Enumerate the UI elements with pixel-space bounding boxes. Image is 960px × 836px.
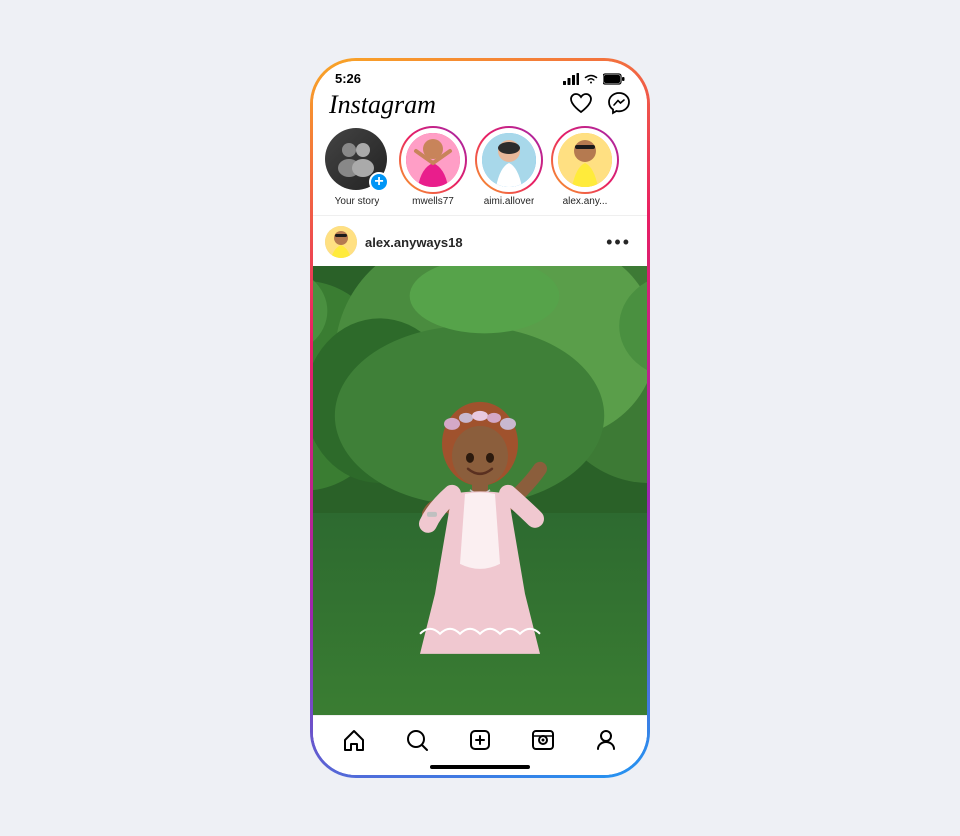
post-image	[313, 266, 647, 715]
add-story-badge: +	[369, 172, 389, 192]
story-label-alex: alex.any...	[563, 196, 608, 207]
post-avatar	[325, 226, 357, 258]
post-username: alex.anyways18	[365, 235, 463, 250]
reels-icon	[531, 728, 555, 752]
nav-home-button[interactable]	[334, 724, 374, 759]
search-icon	[405, 728, 429, 752]
post-header: alex.anyways18 •••	[313, 218, 647, 266]
more-dots-icon: •••	[606, 232, 631, 252]
heart-button[interactable]	[569, 92, 593, 119]
status-time: 5:26	[335, 71, 361, 86]
story-item-your-story[interactable]: + Your story	[321, 128, 393, 207]
home-indicator	[430, 765, 530, 769]
story-label-your-story: Your story	[335, 196, 380, 207]
status-icons	[563, 73, 625, 85]
status-bar: 5:26	[313, 61, 647, 88]
story-label-mwells77: mwells77	[412, 196, 454, 207]
nav-create-button[interactable]	[460, 724, 500, 759]
messenger-icon	[607, 91, 631, 115]
battery-icon	[603, 73, 625, 85]
instagram-logo: Instagram	[329, 90, 436, 120]
home-icon	[342, 728, 366, 752]
story-label-aimi-allover: aimi.allover	[484, 196, 535, 207]
bottom-nav	[313, 715, 647, 775]
post-more-button[interactable]: •••	[602, 232, 635, 253]
profile-icon	[594, 728, 618, 752]
header-actions	[569, 91, 631, 120]
phone-frame: 5:26	[313, 61, 647, 775]
post-user-info[interactable]: alex.anyways18	[325, 226, 463, 258]
story-item-alex[interactable]: alex.any...	[549, 128, 621, 207]
create-icon	[468, 728, 492, 752]
nav-profile-button[interactable]	[586, 724, 626, 759]
nav-reels-button[interactable]	[523, 724, 563, 759]
story-item-aimi-allover[interactable]: aimi.allover	[473, 128, 545, 207]
stories-row: + Your story	[313, 126, 647, 215]
story-item-mwells77[interactable]: mwells77	[397, 128, 469, 207]
top-nav: Instagram	[313, 88, 647, 126]
post-person	[380, 333, 580, 715]
signal-icon	[563, 73, 579, 85]
nav-search-button[interactable]	[397, 724, 437, 759]
wifi-icon	[583, 73, 599, 85]
divider	[313, 215, 647, 216]
messenger-button[interactable]	[607, 91, 631, 120]
heart-icon	[569, 92, 593, 114]
